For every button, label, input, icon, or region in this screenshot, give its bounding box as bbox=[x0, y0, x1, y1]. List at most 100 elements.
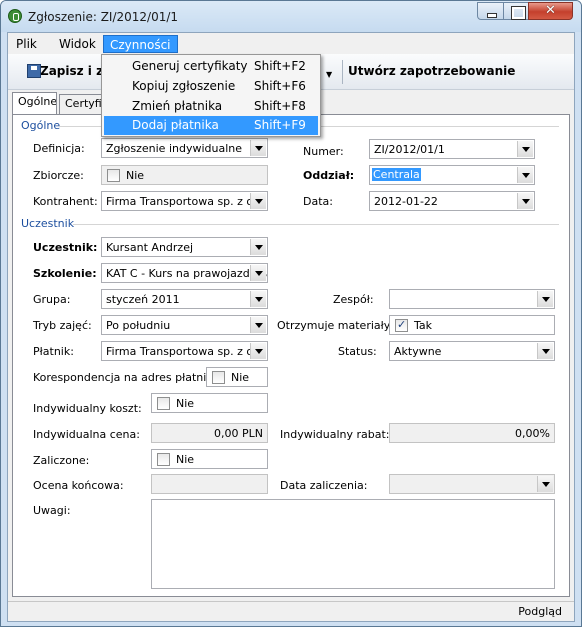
cena-label: Indywidualna cena: bbox=[33, 428, 140, 441]
cena-value: 0,00 PLN bbox=[214, 427, 263, 440]
window-title: Zgłoszenie: ZI/2012/01/1 bbox=[28, 10, 179, 24]
title-bar[interactable]: Zgłoszenie: ZI/2012/01/1 bbox=[1, 1, 581, 32]
korespondencja-value: Nie bbox=[231, 371, 250, 384]
menu-item-label: Dodaj płatnika bbox=[132, 118, 219, 132]
rabat-field[interactable]: 0,00% bbox=[389, 423, 555, 443]
actions-menu-popup: Generuj certyfikaty Shift+F2 Kopiuj zgłos… bbox=[101, 54, 321, 137]
status-bar: Podgląd bbox=[8, 601, 574, 621]
menu-item-change-payer[interactable]: Zmień płatnika Shift+F8 bbox=[104, 97, 318, 116]
uczestnik-value: Kursant Andrzej bbox=[106, 241, 194, 254]
menu-item-copy-application[interactable]: Kopiuj zgłoszenie Shift+F6 bbox=[104, 77, 318, 96]
tryb-value: Po południu bbox=[106, 319, 171, 332]
menu-item-shortcut: Shift+F6 bbox=[254, 79, 306, 93]
tab-ogolne[interactable]: Ogólne bbox=[12, 92, 57, 114]
zespol-label: Zespół: bbox=[333, 293, 374, 306]
tryb-label: Tryb zajęć: bbox=[33, 319, 92, 332]
chevron-down-icon[interactable] bbox=[250, 291, 266, 307]
menu-czynnosci[interactable]: Czynności bbox=[103, 35, 178, 53]
tryb-select[interactable]: Po południu bbox=[101, 315, 268, 335]
korespondencja-checkbox[interactable] bbox=[212, 371, 225, 384]
zespol-select[interactable] bbox=[389, 289, 555, 309]
uczestnik-label: Uczestnik: bbox=[33, 241, 98, 254]
section-divider bbox=[73, 224, 559, 225]
materialy-checkbox[interactable] bbox=[395, 318, 408, 332]
chevron-down-icon[interactable] bbox=[250, 239, 266, 255]
grupa-select[interactable]: styczeń 2011 bbox=[101, 289, 268, 309]
chevron-down-icon[interactable] bbox=[517, 141, 533, 157]
kontrahent-label: Kontrahent: bbox=[33, 195, 98, 208]
chevron-down-icon[interactable] bbox=[250, 317, 266, 333]
maximize-button[interactable] bbox=[503, 2, 529, 20]
menu-item-shortcut: Shift+F2 bbox=[254, 59, 306, 73]
chevron-down-icon[interactable] bbox=[537, 476, 553, 492]
rabat-value: 0,00% bbox=[515, 427, 550, 440]
menu-item-label: Kopiuj zgłoszenie bbox=[132, 79, 236, 93]
grupa-value: styczeń 2011 bbox=[106, 293, 180, 306]
koszt-checkbox-field[interactable]: Nie bbox=[151, 393, 268, 413]
menu-item-add-payer[interactable]: Dodaj płatnika Shift+F9 bbox=[104, 116, 318, 135]
data-select[interactable]: 2012-01-22 bbox=[369, 191, 535, 211]
zbiorcze-checkbox-field[interactable]: Nie bbox=[101, 165, 268, 185]
materialy-label: Otrzymuje materiały: bbox=[277, 319, 394, 332]
koszt-checkbox[interactable] bbox=[157, 397, 170, 410]
chevron-down-icon[interactable] bbox=[250, 343, 266, 359]
materialy-value: Tak bbox=[414, 319, 433, 332]
platnik-select[interactable]: Firma Transportowa sp. z o.o. bbox=[101, 341, 268, 361]
uwagi-textarea[interactable] bbox=[151, 499, 555, 589]
chevron-down-icon[interactable] bbox=[517, 167, 533, 183]
create-requisition-button[interactable]: Utwórz zapotrzebowanie bbox=[348, 64, 515, 78]
oddzial-label: Oddział: bbox=[303, 169, 355, 182]
koszt-label: Indywidualny koszt: bbox=[33, 402, 142, 415]
zaliczone-label: Zaliczone: bbox=[33, 454, 90, 467]
data-value: 2012-01-22 bbox=[374, 195, 438, 208]
uwagi-label: Uwagi: bbox=[33, 504, 71, 517]
zaliczone-checkbox[interactable] bbox=[157, 453, 170, 466]
kontrahent-select[interactable]: Firma Transportowa sp. z o.o. bbox=[101, 191, 268, 211]
materialy-checkbox-field[interactable]: Tak bbox=[389, 315, 555, 335]
szkolenie-select[interactable]: KAT C - Kurs na prawojazdy kat. C bbox=[101, 263, 268, 283]
oddzial-value: Centrala bbox=[372, 168, 421, 181]
app-icon bbox=[8, 9, 22, 23]
zbiorcze-checkbox[interactable] bbox=[107, 169, 120, 182]
chevron-down-icon[interactable] bbox=[537, 291, 553, 307]
status-select[interactable]: Aktywne bbox=[389, 341, 555, 361]
menu-item-label: Generuj certyfikaty bbox=[132, 59, 248, 73]
definicja-value: Zgłoszenie indywidualne bbox=[106, 142, 243, 155]
ocena-field[interactable] bbox=[151, 474, 268, 494]
oddzial-select[interactable]: Centrala bbox=[369, 165, 535, 185]
minimize-button[interactable] bbox=[477, 2, 504, 20]
rabat-label: Indywidualny rabat: bbox=[280, 428, 390, 441]
chevron-down-icon[interactable]: ▼ bbox=[326, 70, 332, 79]
menu-plik[interactable]: Plik bbox=[10, 35, 43, 53]
menu-item-generate-certificates[interactable]: Generuj certyfikaty Shift+F2 bbox=[104, 57, 318, 76]
chevron-down-icon[interactable] bbox=[250, 140, 266, 156]
menu-item-shortcut: Shift+F9 bbox=[254, 118, 306, 132]
kontrahent-value: Firma Transportowa sp. z o.o. bbox=[106, 195, 267, 208]
platnik-label: Płatnik: bbox=[33, 345, 74, 358]
chevron-down-icon[interactable] bbox=[517, 193, 533, 209]
platnik-value: Firma Transportowa sp. z o.o. bbox=[106, 345, 267, 358]
zbiorcze-value: Nie bbox=[126, 169, 145, 182]
chevron-down-icon[interactable] bbox=[250, 193, 266, 209]
status-value: Aktywne bbox=[394, 345, 442, 358]
tab-certyfikaty[interactable]: Certyfikaty bbox=[59, 94, 103, 114]
uczestnik-select[interactable]: Kursant Andrzej bbox=[101, 237, 268, 257]
chevron-down-icon[interactable] bbox=[537, 343, 553, 359]
numer-select[interactable]: ZI/2012/01/1 bbox=[369, 139, 535, 159]
ocena-label: Ocena końcowa: bbox=[33, 479, 124, 492]
grupa-label: Grupa: bbox=[33, 293, 71, 306]
section-title-uczestnik: Uczestnik bbox=[21, 217, 75, 230]
zaliczone-value: Nie bbox=[176, 453, 195, 466]
menu-widok[interactable]: Widok bbox=[53, 35, 102, 53]
chevron-down-icon[interactable] bbox=[250, 265, 266, 281]
window: Zgłoszenie: ZI/2012/01/1 Plik Widok Czyn… bbox=[0, 0, 582, 627]
koszt-value: Nie bbox=[176, 397, 195, 410]
data-label: Data: bbox=[303, 195, 333, 208]
close-button[interactable] bbox=[528, 2, 573, 20]
definicja-select[interactable]: Zgłoszenie indywidualne bbox=[101, 138, 268, 158]
data-zaliczenia-select[interactable] bbox=[389, 474, 555, 494]
zaliczone-checkbox-field[interactable]: Nie bbox=[151, 449, 268, 469]
cena-field[interactable]: 0,00 PLN bbox=[151, 423, 268, 443]
korespondencja-checkbox-field[interactable]: Nie bbox=[206, 367, 268, 387]
status-text: Podgląd bbox=[518, 605, 562, 618]
